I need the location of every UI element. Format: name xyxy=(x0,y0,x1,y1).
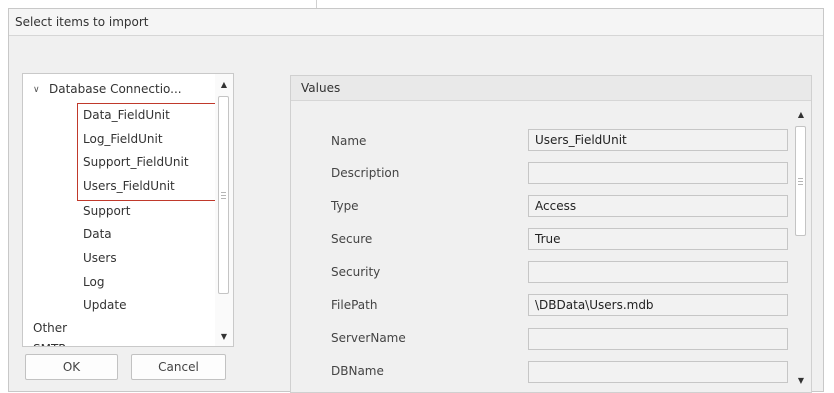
tree-item-users-fieldunit[interactable]: Users_FieldUnit xyxy=(83,175,175,197)
property-label-security: Security xyxy=(331,265,381,279)
expand-chevron-icon[interactable]: ∨ xyxy=(33,85,40,95)
secure-field[interactable]: True xyxy=(528,228,788,250)
tree-node-other[interactable]: Other xyxy=(33,317,67,339)
scroll-down-arrow-icon[interactable]: ▼ xyxy=(793,372,809,388)
property-label-servername: ServerName xyxy=(331,331,406,345)
tree-item-users[interactable]: Users xyxy=(83,247,117,269)
tree-node-database-connections[interactable]: ∨ Database Connectio... xyxy=(23,78,217,100)
values-scrollbar[interactable]: ▲ ▼ xyxy=(793,106,809,388)
property-label-dbname: DBName xyxy=(331,364,384,378)
scroll-up-arrow-icon[interactable]: ▲ xyxy=(793,106,809,122)
security-field[interactable] xyxy=(528,261,788,283)
tree-node-smtp[interactable]: SMTP xyxy=(33,338,66,346)
window-divider xyxy=(316,0,317,8)
scroll-thumb[interactable] xyxy=(218,96,229,294)
tree-node-label: Database Connectio... xyxy=(49,82,182,96)
description-field[interactable] xyxy=(528,162,788,184)
name-field[interactable]: Users_FieldUnit xyxy=(528,129,788,151)
tree-item-data[interactable]: Data xyxy=(83,223,112,245)
servername-field[interactable] xyxy=(528,328,788,350)
ok-button[interactable]: OK xyxy=(25,354,118,380)
tree-panel: ∨ Database Connectio... Data_FieldUnit L… xyxy=(22,73,234,347)
property-label-type: Type xyxy=(331,199,359,213)
tree-scrollbar[interactable]: ▲ ▼ xyxy=(215,74,233,346)
type-field[interactable]: Access xyxy=(528,195,788,217)
import-dialog: Select items to import ∨ Database Connec… xyxy=(8,8,824,393)
property-label-name: Name xyxy=(331,134,367,148)
property-label-description: Description xyxy=(331,166,400,180)
property-label-filepath: FilePath xyxy=(331,298,378,312)
tree-item-update[interactable]: Update xyxy=(83,294,126,316)
tree-item-log-fieldunit[interactable]: Log_FieldUnit xyxy=(83,128,163,150)
scroll-thumb[interactable] xyxy=(795,126,806,236)
tree-item-support-fieldunit[interactable]: Support_FieldUnit xyxy=(83,151,189,173)
scroll-down-arrow-icon[interactable]: ▼ xyxy=(215,328,233,344)
dialog-title: Select items to import xyxy=(9,9,823,36)
filepath-field[interactable]: \DBData\Users.mdb xyxy=(528,294,788,316)
dbname-field[interactable] xyxy=(528,361,788,383)
property-label-secure: Secure xyxy=(331,232,373,246)
values-panel: Values Name Users_FieldUnit Description … xyxy=(290,75,812,393)
values-header: Values xyxy=(291,76,811,101)
tree-item-log[interactable]: Log xyxy=(83,271,104,293)
tree-item-data-fieldunit[interactable]: Data_FieldUnit xyxy=(83,104,170,126)
tree-content: ∨ Database Connectio... Data_FieldUnit L… xyxy=(23,74,217,346)
scroll-up-arrow-icon[interactable]: ▲ xyxy=(215,76,233,92)
cancel-button[interactable]: Cancel xyxy=(131,354,226,380)
tree-item-support[interactable]: Support xyxy=(83,200,130,222)
